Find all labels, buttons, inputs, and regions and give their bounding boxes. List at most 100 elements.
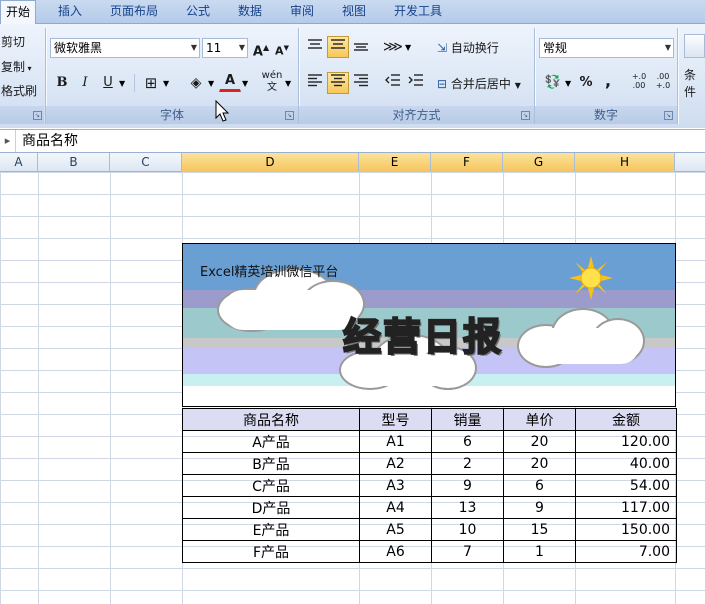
table-cell[interactable]: A1 [359,430,432,453]
tab-review[interactable]: 审阅 [282,0,322,24]
column-header-g[interactable]: G [503,153,575,172]
shrink-font-icon[interactable]: A▼ [272,37,292,59]
formula-input[interactable]: 商品名称 [22,130,78,152]
percent-button[interactable]: % [577,72,595,94]
column-header-f[interactable]: F [431,153,503,172]
conditional-format-icon[interactable] [684,34,705,58]
tab-data[interactable]: 数据 [230,0,270,24]
table-cell[interactable]: A3 [359,474,432,497]
increase-decimal-button[interactable]: +.0 .00 [628,71,650,93]
align-top-icon[interactable] [304,36,326,58]
table-cell[interactable]: 15 [503,518,576,541]
tab-insert[interactable]: 插入 [50,0,90,24]
wrap-text-button[interactable]: ⇲ 自动换行 [437,39,499,56]
chevron-down-icon[interactable]: ▼ [119,79,125,88]
table-cell[interactable]: 9 [503,496,576,519]
table-cell[interactable]: A2 [359,452,432,475]
table-cell[interactable]: 7 [431,540,504,563]
chevron-down-icon[interactable]: ▼ [242,79,248,88]
insert-function-icon[interactable]: ▸ [0,130,16,152]
column-header-a[interactable]: A [0,153,38,172]
align-bottom-icon[interactable] [350,36,372,58]
table-cell[interactable]: 1 [503,540,576,563]
phonetic-icon[interactable]: wén 文 [260,69,284,93]
table-cell[interactable]: 10 [431,518,504,541]
decrease-decimal-button[interactable]: .00 +.0 [652,71,674,93]
table-cell[interactable]: 40.00 [575,452,677,475]
header-cell[interactable]: 销量 [431,408,504,431]
currency-icon[interactable]: 💱 [541,72,565,94]
dialog-launcher-icon[interactable]: ↘ [285,111,294,120]
table-cell[interactable]: A产品 [182,430,360,453]
dialog-launcher-icon[interactable]: ↘ [664,111,673,120]
orientation-icon[interactable]: ⋙ [382,36,404,58]
table-cell[interactable]: A5 [359,518,432,541]
header-cell[interactable]: 单价 [503,408,576,431]
align-center-icon[interactable] [327,72,349,94]
merge-center-button[interactable]: ⊟ 合并后居中 ▼ [437,75,521,92]
cut-button[interactable]: 剪切 [1,33,25,50]
table-cell[interactable]: 20 [503,452,576,475]
table-cell[interactable]: A4 [359,496,432,519]
header-cell[interactable]: 商品名称 [182,408,360,431]
column-header-b[interactable]: B [38,153,110,172]
chevron-down-icon[interactable]: ▼ [208,79,214,88]
bold-icon[interactable]: B [52,72,72,94]
conditional-format-button[interactable]: 条件 [684,66,705,100]
column-header-d[interactable]: D [182,153,359,172]
font-color-icon[interactable]: A [219,70,241,92]
table-cell[interactable]: C产品 [182,474,360,497]
column-header-h[interactable]: H [575,153,675,172]
header-cell[interactable]: 型号 [359,408,432,431]
align-middle-icon[interactable] [327,36,349,58]
table-cell[interactable]: 117.00 [575,496,677,519]
column-header-e[interactable]: E [359,153,431,172]
decrease-indent-icon[interactable] [382,72,404,94]
table-cell[interactable]: 13 [431,496,504,519]
table-cell[interactable]: 120.00 [575,430,677,453]
increase-indent-icon[interactable] [405,72,427,94]
tab-home[interactable]: 开始 [0,0,36,25]
tab-formulas[interactable]: 公式 [178,0,218,24]
table-cell[interactable]: 150.00 [575,518,677,541]
grow-font-icon[interactable]: A▲ [251,37,271,59]
table-cell[interactable]: D产品 [182,496,360,519]
tab-developer[interactable]: 开发工具 [388,0,448,24]
table-cell[interactable]: 54.00 [575,474,677,497]
table-cell[interactable]: B产品 [182,452,360,475]
table-cell[interactable]: 2 [431,452,504,475]
comma-style-button[interactable]: , [600,70,616,92]
font-size-combo[interactable]: 11 ▼ [202,38,248,58]
align-left-icon[interactable] [304,72,326,94]
border-icon[interactable]: ⊞ [140,72,162,94]
chevron-down-icon[interactable]: ▼ [163,79,169,88]
tab-page-layout[interactable]: 页面布局 [104,0,164,24]
wrap-text-icon: ⇲ [437,41,448,55]
align-right-icon[interactable] [350,72,372,94]
table-cell[interactable]: 20 [503,430,576,453]
dialog-launcher-icon[interactable]: ↘ [33,111,42,120]
table-cell[interactable]: A6 [359,540,432,563]
tab-view[interactable]: 视图 [334,0,374,24]
underline-icon[interactable]: U [98,72,118,94]
number-format-combo[interactable]: 常规 ▼ [539,38,674,58]
table-cell[interactable]: F产品 [182,540,360,563]
chevron-down-icon[interactable]: ▼ [285,79,291,88]
copy-button[interactable]: 复制 ▾ [1,58,32,75]
divider [134,74,135,92]
format-painter-button[interactable]: 格式刷 [1,82,37,99]
chevron-down-icon[interactable]: ▼ [565,79,571,88]
dialog-launcher-icon[interactable]: ↘ [521,111,530,120]
table-cell[interactable]: 6 [431,430,504,453]
table-cell[interactable]: E产品 [182,518,360,541]
column-header-c[interactable]: C [110,153,182,172]
table-cell[interactable]: 6 [503,474,576,497]
chevron-down-icon[interactable]: ▼ [405,43,411,52]
font-name-combo[interactable]: 微软雅黑 ▼ [50,38,200,58]
banner-image[interactable]: Excel精英培训微信平台 经营日报 [182,243,676,407]
italic-icon[interactable]: I [75,72,95,94]
header-cell[interactable]: 金额 [575,408,677,431]
table-cell[interactable]: 7.00 [575,540,677,563]
fill-color-icon[interactable]: ◈ [184,72,208,94]
table-cell[interactable]: 9 [431,474,504,497]
